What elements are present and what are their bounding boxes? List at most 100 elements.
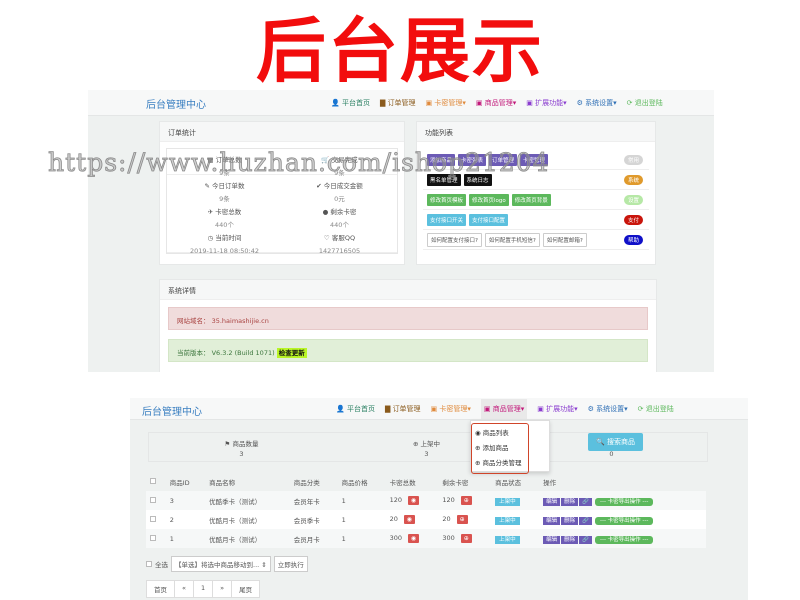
function-link[interactable]: 修改首页模板 [427, 194, 466, 206]
page-link[interactable]: « [174, 580, 194, 598]
bulk-move-select[interactable]: 【单选】将选中商品移动到... ⇕ [171, 556, 271, 572]
card-icon: ▣ [537, 405, 546, 413]
check-icon: ✔ [316, 182, 324, 190]
product-list-screenshot: 后台管理中心 👤 平台首页▇ 订单管理▣ 卡密管理▾▣ 商品管理▾▣ 扩展功能▾… [130, 398, 748, 600]
stat-cell: ✎ 今日订单数9条 [167, 175, 282, 201]
nav-item-label: 系统设置▾ [585, 99, 617, 107]
bulk-execute-button[interactable]: 立即执行 [274, 556, 308, 572]
plus-circle-icon: ⊕ [475, 459, 483, 467]
remain-value: 120 [442, 496, 454, 504]
add-cards-plus-icon[interactable]: ⊕ [461, 534, 472, 543]
select-all-header-checkbox[interactable] [150, 478, 156, 484]
nav-item-4[interactable]: ▣ 扩展功能▾ [526, 98, 566, 108]
view-cards-eye-icon[interactable]: ◉ [408, 496, 419, 505]
stat-label-wrap: ⚑ 商品数量 [149, 439, 334, 449]
function-link[interactable]: 修改首页logo [469, 194, 509, 206]
add-cards-plus-icon[interactable]: ⊕ [461, 496, 472, 505]
dashboard-screenshot: 后台管理中心 👤 平台首页 ▇ 订单管理 ▣ 卡密管理▾ ▣ 商品管理▾ ▣ 扩展功能▾… [88, 90, 714, 372]
page-link[interactable]: 首页 [146, 580, 175, 598]
checkbox-cell [146, 491, 166, 510]
select-all-checkbox[interactable] [146, 561, 152, 567]
nav-item-0[interactable]: 👤 平台首页 [336, 404, 375, 419]
row-checkbox[interactable] [150, 535, 156, 541]
nav-item-5[interactable]: ⚙ 系统设置▾ [577, 98, 617, 108]
edit-button[interactable]: 编辑 [543, 536, 560, 544]
dropdown-item[interactable]: ⊕ 添加商品 [475, 441, 525, 456]
dropdown-item-label: 商品列表 [483, 429, 509, 437]
stat-label-wrap: ✎ 今日订单数 [167, 178, 282, 191]
card-export-select[interactable]: --- 卡密导出操作 --- [595, 517, 653, 525]
version-value: V6.3.2 (Build 1071) [212, 349, 275, 357]
cell-total: 120◉ [386, 491, 439, 510]
nav-item-4[interactable]: ▣ 扩展功能▾ [537, 404, 577, 419]
delete-button[interactable]: 删除 [561, 498, 578, 506]
check-update-button[interactable]: 检查更新 [277, 348, 307, 358]
page-link[interactable]: » [212, 580, 232, 598]
nav-item-6[interactable]: ⟳ 退出登陆 [627, 98, 663, 108]
function-link[interactable]: 支付接口开关 [427, 214, 466, 226]
briefcase-icon: ▇ [380, 99, 388, 107]
add-cards-plus-icon[interactable]: ⊕ [457, 515, 468, 524]
link-icon[interactable]: 🔗 [579, 517, 592, 525]
stat-label-wrap: ◷ 当前时间 [167, 230, 282, 243]
row-checkbox[interactable] [150, 497, 156, 503]
dropdown-item[interactable]: ◉ 商品列表 [475, 426, 525, 441]
nav-item-3[interactable]: ▣ 商品管理▾ [481, 399, 527, 419]
view-cards-eye-icon[interactable]: ◉ [404, 515, 415, 524]
page-link[interactable]: 1 [193, 580, 213, 598]
stat-label-wrap: ● 剩余卡密 [282, 204, 397, 217]
edit-button[interactable]: 编辑 [543, 517, 560, 525]
delete-button[interactable]: 删除 [561, 517, 578, 525]
select-all-label: 全选 [155, 559, 168, 569]
delete-button[interactable]: 删除 [561, 536, 578, 544]
order-stats-panel: 订单统计 ▦ 订单总数9条🛒 交易完成9条✎ 今日订单数9条✔ 今日成交金额0元… [159, 121, 405, 265]
function-link[interactable]: 如何配置邮箱? [543, 233, 587, 247]
column-header: 商品分类 [290, 472, 338, 491]
function-link[interactable]: 如何配置支付接口? [427, 233, 482, 247]
function-link[interactable]: 支付接口配置 [469, 214, 508, 226]
dropdown-item[interactable]: ⊕ 商品分类管理 [475, 456, 525, 471]
edit-button[interactable]: 编辑 [543, 498, 560, 506]
status-badge: 上架中 [495, 498, 520, 506]
link-icon[interactable]: 🔗 [579, 536, 592, 544]
bulk-select-value: 【单选】将选中商品移动到... [175, 561, 259, 569]
page-link[interactable]: 尾页 [231, 580, 260, 598]
nav-item-3[interactable]: ▣ 商品管理▾ [476, 98, 516, 108]
main-nav: 👤 平台首页▇ 订单管理▣ 卡密管理▾▣ 商品管理▾▣ 扩展功能▾⚙ 系统设置▾… [336, 404, 674, 419]
cell-remain: 20⊕ [438, 510, 491, 529]
stat-value: 1427716505 [282, 243, 397, 256]
cell-actions: 编辑删除🔗--- 卡密导出操作 --- [539, 510, 706, 529]
nav-item-1[interactable]: ▇ 订单管理 [385, 404, 421, 419]
heart-icon: ♡ [324, 234, 332, 242]
card-export-select[interactable]: --- 卡密导出操作 --- [595, 498, 653, 506]
category-badge: 设置 [624, 195, 643, 205]
function-row: 如何配置支付接口?如何配置手机短信?如何配置邮箱?帮助 [423, 230, 649, 250]
stats-row: ◷ 当前时间2019-11-18 08:50:42♡ 客服QQ142771650… [167, 227, 397, 253]
table-row: 2优酷月卡（测试）会员季卡120◉20⊕上架中编辑删除🔗--- 卡密导出操作 -… [146, 510, 706, 529]
stat-label: 今日成交金额 [324, 182, 363, 190]
function-link[interactable]: 修改首页背景 [512, 194, 551, 206]
nav-item-2[interactable]: ▣ 卡密管理▾ [426, 98, 466, 108]
cell-name: 优酷月卡（测试） [205, 529, 290, 548]
page-title: 后台展示 [0, 8, 800, 94]
category-badge: 支付 [624, 215, 643, 225]
nav-item-5[interactable]: ⚙ 系统设置▾ [588, 404, 628, 419]
link-icon[interactable]: 🔗 [579, 498, 592, 506]
row-checkbox[interactable] [150, 516, 156, 522]
pagination: 首页«1»尾页 [146, 580, 259, 598]
logout-icon: ⟳ [638, 405, 646, 413]
nav-item-2[interactable]: ▣ 卡密管理▾ [431, 404, 471, 419]
search-products-button[interactable]: 🔍 搜索商品 [588, 433, 643, 451]
column-header: 操作 [539, 472, 706, 491]
status-badge: 上架中 [495, 536, 520, 544]
nav-item-1[interactable]: ▇ 订单管理 [380, 98, 416, 108]
column-header: 剩余卡密 [438, 472, 491, 491]
brand-title: 后台管理中心 [146, 96, 206, 111]
gear-icon: ⚙ [577, 99, 586, 107]
nav-item-6[interactable]: ⟳ 退出登陆 [638, 404, 674, 419]
cell-status: 上架中 [491, 491, 539, 510]
function-link[interactable]: 如何配置手机短信? [485, 233, 540, 247]
nav-item-0[interactable]: 👤 平台首页 [331, 98, 370, 108]
view-cards-eye-icon[interactable]: ◉ [408, 534, 419, 543]
card-export-select[interactable]: --- 卡密导出操作 --- [595, 536, 653, 544]
